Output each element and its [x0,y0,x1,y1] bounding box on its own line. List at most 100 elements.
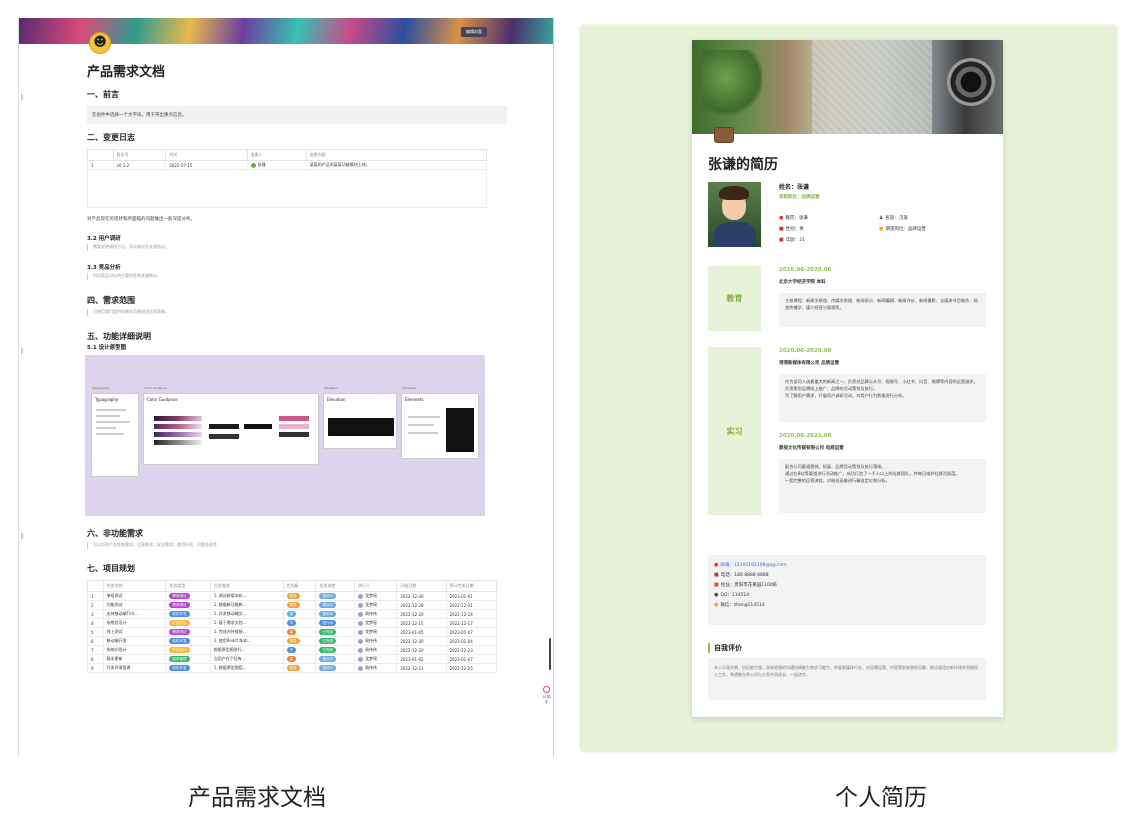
phone-icon: ■ [714,572,719,578]
avatar [358,620,364,626]
education-period: 2016.06-2020.06 [779,267,832,273]
plan-cell-desc: 1. 根据原型图搭… [209,663,284,673]
research-quote[interactable]: 需要说明调研方法，用卡概况及关键结论。 [87,244,507,251]
table-row[interactable]: 6 移动端开发 软件开发 1. 使用React Nati… 紧急 已完成 周伟伟 2022-1… [87,636,497,646]
status-badge: 需求测试 [169,602,190,608]
briefcase-icon [714,127,734,143]
changelog-cell-content: 某某的产品的某某功能模块上线。 [305,160,488,170]
table-row[interactable]: 8 版本更新 版本管理 当用户在下拉有… 高 规划中 龙梦瑶 2023-01-02 2023-0… [87,654,497,664]
plan-cell-start: 2022-12-20 [396,609,447,619]
avatar [708,182,761,247]
plan-cell-name: 支持移动端Tint… [102,609,167,619]
drag-handle-marker[interactable] [21,348,23,354]
gender-icon: ■ [779,226,784,232]
scope-quote[interactable]: 可使用我们提供的需求范围描述信息表格。 [87,309,507,316]
job1-period: 2020.06-2020.09 [779,348,832,354]
design-board-elements: Elements Elements [401,386,479,459]
ai-assistant-label: AI 助手 [542,695,551,704]
table-row[interactable]: 1 单组测试 需求测试 1. 测试新版本机… 紧急 规划中 龙梦瑶 2022-12-30 202… [87,591,497,601]
plan-cell-desc: 根据原型图进行… [209,645,284,655]
status-badge: 中 [286,620,297,626]
design-prototype-image[interactable]: Typography Typography Color Guidance Col… [85,355,485,516]
changelog-table[interactable]: 版本号 时间 变更人 变更内容 1 v0.1.2 2022-07-15 张瑾 某某的产品的某某… [87,149,488,170]
status-badge: 紧急 [286,602,300,608]
plan-cell-type: 需求测试 [165,627,211,637]
preface-callout[interactable]: 在组件中选择一个文字块，用于突出重点信息。 [87,106,507,124]
plan-cell-prio: 中 [282,618,317,628]
plan-cell-status: 规划中 [315,663,356,673]
plan-cell-desc: 1. 完成内外链接… [209,627,284,637]
plan-cell-start: 2022-12-20 [396,645,447,655]
plan-cell-type: 产品设计 [165,618,211,628]
contact-text: QQ：114514 [720,593,750,598]
info-desired-role: 期望岗位：品牌运营 [885,227,926,232]
table-row[interactable]: 4 系统总设计 产品设计 1. 基于需求文档… 中 进行中 龙梦瑶 2022-12-15 202… [87,618,497,628]
plan-col-header: 任务类型 [165,580,211,592]
plan-cell-name: 开发环境搭建 [102,663,167,673]
doc-title[interactable]: 产品需求文档 [87,61,507,81]
plan-cell-end: 2022-12-17 [445,618,497,628]
table-row[interactable]: 5 线上测试 需求测试 1. 完成内外链接… 高 已完成 龙梦瑶 2023-01-05 2023… [87,627,497,637]
plan-cell-start: 2022-12-15 [396,618,447,628]
project-plan-table[interactable]: 任务名称 任务类型 任务描述 优先级 任务进度 执行人 开始日期 预计完成日期 1 单组测试 需求… [87,580,497,673]
plan-cell-desc: 当用户在下拉有… [209,654,284,664]
ai-assistant-button[interactable]: AI 助手 [542,686,551,726]
plan-cell-name: 移动端开发 [102,636,167,646]
plan-cell-idx: 6 [87,636,104,646]
table-row[interactable]: 3 支持移动端Tint… 软件开发 1. 开发移动端交… 低规划中 周伟伟 2022-12-… [87,609,497,619]
info-ethnicity: 民族：汉族 [885,216,908,221]
camera-image [947,58,995,106]
avatar [358,629,364,635]
plan-cell-status: 规划中 [315,591,356,601]
resume-title[interactable]: 张谦的简历 [708,154,778,174]
self-evaluation-text[interactable]: 本人乐观开朗、抗压能力强，具有较强的沟通协调能力和学习能力，热爱新媒体行业，对品… [708,658,986,700]
plan-cell-prio: 紧急 [282,591,317,601]
education-details[interactable]: 主修课程：新闻学原理、传媒学原理、新闻采访、新闻编辑、新闻评论、新闻摄影、全媒体… [779,293,986,327]
design-heading: 5.1 设计原型图 [87,345,127,351]
plan-cell-type: 产品设计 [165,645,211,655]
changelog-col-header: 版本号 [112,149,167,161]
contact-row: ■ 住址：贵阳市花果园1100栋 [714,582,980,592]
plan-cell-type: 需求测试 [165,591,211,601]
plan-cell-type: 软件开发 [165,609,211,619]
smiley-icon[interactable]: ☻ [89,32,111,54]
plan-cell-type: 需求测试 [165,600,211,610]
avatar [358,602,364,608]
table-row[interactable]: 1 v0.1.2 2022-07-15 张瑾 某某的产品的某某功能模块上线。 [87,160,488,170]
plan-col-header: 优先级 [282,580,317,592]
competitor-quote[interactable]: 列出竞品对比的主要信息和关键结论。 [87,273,507,280]
status-badge: 高 [286,629,297,635]
plan-col-header: 任务名称 [102,580,167,592]
location-pin-icon: ● [779,215,784,221]
plan-cell-owner: 龙梦瑶 [354,618,398,628]
plan-cell-end: 2022-12-31 [445,600,497,610]
table-row[interactable]: 2 功能测试 需求测试 1. 根据新功能新… 紧急 规划中 龙梦瑶 2022-12-28 202… [87,600,497,610]
status-badge: 规划中 [319,602,337,608]
plan-col-header: 开始日期 [396,580,447,592]
status-badge: 低 [286,611,297,617]
edit-cover-button[interactable]: 编辑封面 [461,27,487,37]
table-row[interactable]: 9 开发环境搭建 软件开发 1. 根据原型图搭… 紧急 规划中 周伟伟 2022-12-23 2… [87,663,497,673]
job2-details[interactable]: 配合公司渠道营销，拓展、品牌活动策划及执行落地。 通过在B站等渠道进行活动推广，… [779,459,986,513]
job1-details[interactable]: 作为该司入选最重大的新闻之一，负责对品牌公众号、视频号、小红书、抖音、微博等内容… [779,374,986,422]
drag-handle-marker[interactable] [21,94,23,100]
drag-handle-marker[interactable] [21,533,23,539]
plan-cell-type: 软件开发 [165,636,211,646]
plan-cell-status: 规划中 [315,609,356,619]
name-line: 姓名：张谦 [779,184,810,191]
qq-icon: ● [714,592,719,598]
status-badge: 已完成 [319,629,337,635]
status-badge: 版本管理 [169,656,190,662]
contact-text[interactable]: 邮箱：12105192108@qq.com [720,563,786,568]
resume-cover-image [692,40,1003,134]
caption-right: 个人简历 [835,785,927,811]
nonfunc-quote[interactable]: 可以列举产品性能需求，运营需求，安全需求，使用环境，问题处理等 [87,542,507,549]
plan-cell-prio: 紧急 [282,600,317,610]
contact-row[interactable]: ● 邮箱：12105192108@qq.com [714,562,980,572]
table-row[interactable]: 7 系统UI设计 产品设计 根据原型图进行… 中 已完成 周伟伟 2022-12-20 2022… [87,645,497,655]
plan-cell-owner: 龙梦瑶 [354,591,398,601]
changelog-col-header [87,149,114,161]
analysis-paragraph[interactable]: 对产品现在的现状和所面临的问题做出一般深度分析。 [87,216,507,222]
plan-cell-status: 规划中 [315,600,356,610]
scrollbar-thumb[interactable] [549,638,551,670]
